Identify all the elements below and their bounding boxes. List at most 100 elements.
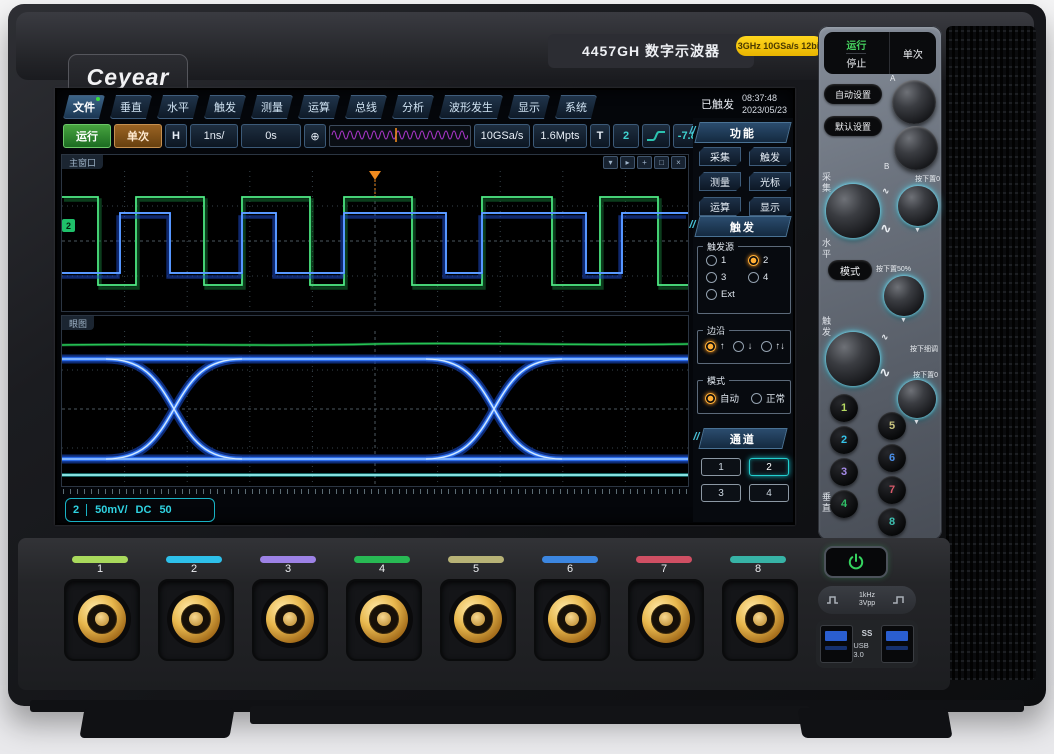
- hw-run-stop-button[interactable]: 运行 停止: [824, 32, 890, 74]
- restore-icon[interactable]: □: [654, 156, 669, 169]
- menu-measure[interactable]: 测量: [251, 95, 293, 119]
- run-button[interactable]: 运行: [63, 124, 111, 148]
- memory-depth[interactable]: 1.6Mpts: [533, 124, 587, 148]
- channel-status-box[interactable]: 2 50mV/ DC 50: [65, 498, 215, 522]
- source-2-radio[interactable]: 2: [748, 255, 784, 266]
- mode-normal-radio[interactable]: 正常: [751, 391, 785, 405]
- screen-channel-1-button[interactable]: 1: [701, 458, 741, 476]
- timebase-value[interactable]: 1ns/: [190, 124, 238, 148]
- hw-single-button[interactable]: 单次: [890, 32, 936, 74]
- multifunction-knob-a[interactable]: [892, 80, 936, 124]
- collapse-icon[interactable]: ▾: [603, 156, 618, 169]
- horizontal-scale-knob[interactable]: [826, 184, 880, 238]
- screen-channel-3-button[interactable]: 3: [701, 484, 741, 502]
- power-button[interactable]: [824, 546, 888, 578]
- edge-falling-radio[interactable]: ↓: [733, 341, 753, 352]
- eye-diagram-window[interactable]: 眼图: [61, 315, 689, 487]
- square-wave-icon: [892, 594, 908, 606]
- edge-either-radio[interactable]: ↑↓: [761, 341, 786, 352]
- hw-channel-7-button[interactable]: 7: [878, 476, 906, 504]
- horizontal-position-knob[interactable]: [898, 186, 938, 226]
- probe-comp-label: 1kHz3Vpp: [859, 592, 875, 608]
- close-icon[interactable]: ×: [671, 156, 686, 169]
- main-window-title: 主窗口: [62, 155, 103, 169]
- screen-channel-2-button[interactable]: 2: [749, 458, 789, 476]
- hw-channel-5-button[interactable]: 5: [878, 412, 906, 440]
- menu-trigger[interactable]: 触发: [204, 95, 246, 119]
- channel-3-color-strip: [260, 556, 316, 563]
- bnc-connector-2: [158, 579, 234, 661]
- wave-small-icon: ∿: [882, 186, 890, 197]
- menu-display[interactable]: 显示: [508, 95, 550, 119]
- menu-system[interactable]: 系统: [555, 95, 597, 119]
- channel-7-color-strip: [636, 556, 692, 563]
- horizontal-menu-button[interactable]: H: [165, 124, 187, 148]
- impedance: 50: [155, 504, 175, 516]
- trigger-level-knob[interactable]: [884, 276, 924, 316]
- single-button[interactable]: 单次: [114, 124, 162, 148]
- mode-group: 模式 自动 正常: [697, 380, 791, 414]
- screen-channel-4-button[interactable]: 4: [749, 484, 789, 502]
- connector-8-number: 8: [722, 563, 794, 575]
- hw-channel-3-button[interactable]: 3: [830, 458, 858, 486]
- zoom-icon[interactable]: ⊕: [304, 124, 326, 148]
- default-setup-button[interactable]: 默认设置: [824, 116, 882, 136]
- function-display-button[interactable]: 显示: [749, 197, 791, 216]
- vertical-position-knob[interactable]: [898, 380, 936, 418]
- trigger-mode-button[interactable]: 模式: [828, 260, 872, 280]
- function-measure-button[interactable]: 测量: [699, 172, 741, 191]
- trigger-t-label[interactable]: T: [590, 124, 610, 148]
- menu-file[interactable]: 文件: [63, 95, 105, 119]
- menu-horizontal[interactable]: 水平: [157, 95, 199, 119]
- bnc-block-1: 1: [64, 556, 136, 661]
- status-block: 已触发 08:37:48 2023/05/23: [701, 92, 787, 116]
- function-trigger-button[interactable]: 触发: [749, 147, 791, 166]
- menu-vertical[interactable]: 垂直: [110, 95, 152, 119]
- sample-rate[interactable]: 10GSa/s: [474, 124, 530, 148]
- function-acquire-button[interactable]: 采集: [699, 147, 741, 166]
- menu-wavegen[interactable]: 波形发生: [439, 95, 503, 119]
- run-single-block: 运行 停止 单次: [824, 32, 936, 74]
- hw-channel-1-button[interactable]: 1: [830, 394, 858, 422]
- h-knob-arrow-icon: ▼: [914, 227, 921, 234]
- source-4-radio[interactable]: 4: [748, 272, 784, 283]
- main-waveform-window[interactable]: 主窗口 ▾ ▸ + □ × 2: [61, 154, 689, 312]
- mode-auto-radio[interactable]: 自动: [705, 391, 739, 405]
- bnc-connector-6: [534, 579, 610, 661]
- knob-a-label: A: [890, 74, 895, 83]
- trigger-slope-icon[interactable]: [642, 124, 670, 148]
- hw-channel-8-button[interactable]: 8: [878, 508, 906, 536]
- connector-4-number: 4: [346, 563, 418, 575]
- channel-buttons: 1 2 3 4: [701, 458, 787, 502]
- right-foot: [797, 708, 952, 738]
- spec-badge: 3GHz 10GSa/s 12bit: [736, 36, 824, 56]
- function-cursor-button[interactable]: 光标: [749, 172, 791, 191]
- source-3-radio[interactable]: 3: [706, 272, 742, 283]
- waveform-preview-strip[interactable]: [329, 125, 471, 147]
- expand-icon[interactable]: ▸: [620, 156, 635, 169]
- menu-analyze[interactable]: 分析: [392, 95, 434, 119]
- vertical-scale-knob[interactable]: [826, 332, 880, 386]
- square-wave-icon: [826, 594, 842, 606]
- horizontal-offset-value[interactable]: 0s: [241, 124, 301, 148]
- channel-number: 2: [66, 504, 87, 516]
- connector-6-number: 6: [534, 563, 606, 575]
- trigger-position-marker: [369, 171, 381, 180]
- connector-7-number: 7: [628, 563, 700, 575]
- multifunction-knob-b[interactable]: [894, 126, 938, 170]
- function-side-panel: //功能 采集 触发 测量 光标 运算 显示 //触发 触发源 1 2 3 4: [693, 118, 793, 522]
- edge-rising-radio[interactable]: ↑: [705, 341, 725, 352]
- hw-channel-4-button[interactable]: 4: [830, 490, 858, 518]
- hw-channel-6-button[interactable]: 6: [878, 444, 906, 472]
- connector-2-number: 2: [158, 563, 230, 575]
- hw-channel-2-button[interactable]: 2: [830, 426, 858, 454]
- autoset-button[interactable]: 自动设置: [824, 84, 882, 104]
- vertical-scale: 50mV/: [87, 504, 131, 516]
- function-math-button[interactable]: 运算: [699, 197, 741, 216]
- source-1-radio[interactable]: 1: [706, 255, 742, 266]
- source-ext-radio[interactable]: Ext: [706, 289, 742, 300]
- menu-math[interactable]: 运算: [298, 95, 340, 119]
- add-window-icon[interactable]: +: [637, 156, 652, 169]
- menu-bus[interactable]: 总线: [345, 95, 387, 119]
- trigger-source-indicator[interactable]: 2: [613, 124, 639, 148]
